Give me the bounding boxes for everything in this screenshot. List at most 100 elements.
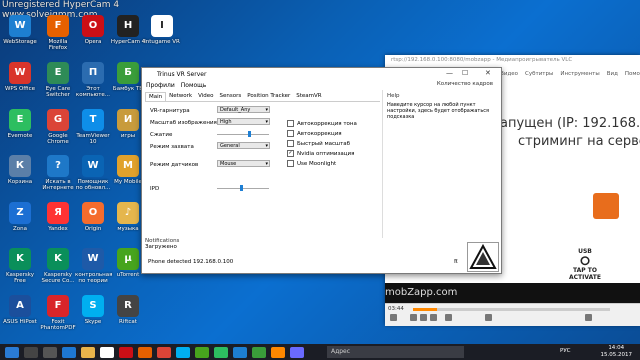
- playlist-icon[interactable]: [485, 314, 492, 321]
- option-checkbox[interactable]: Автокоррекция тона: [287, 120, 357, 127]
- chrome-taskbar-icon[interactable]: [157, 346, 171, 358]
- desktop-icon[interactable]: Z Zona: [2, 202, 38, 232]
- desktop-icon[interactable]: I Intugame VR: [144, 15, 180, 45]
- app-taskbar-icon[interactable]: [252, 346, 266, 358]
- desktop-icon[interactable]: K Kaspersky Free: [2, 248, 38, 284]
- volume-icon[interactable]: [585, 314, 592, 321]
- play-icon[interactable]: [390, 314, 397, 321]
- skype-taskbar-icon[interactable]: [176, 346, 190, 358]
- desktop-icon[interactable]: П Этот компьюте...: [75, 62, 111, 98]
- desktop-icon[interactable]: W Помощник по обновл...: [75, 155, 111, 191]
- tab-network[interactable]: Network: [166, 92, 195, 101]
- desktop-icon[interactable]: F Foxit PhantomPDF: [40, 295, 76, 331]
- maximize-icon[interactable]: ☐: [462, 69, 468, 77]
- language-indicator[interactable]: РУС: [560, 348, 571, 354]
- menu-profiles[interactable]: Профили: [146, 82, 175, 89]
- desktop-icon[interactable]: E Evernote: [2, 109, 38, 139]
- edge-icon[interactable]: [62, 346, 76, 358]
- desktop-icon[interactable]: W WPS Office: [2, 62, 38, 92]
- start-icon[interactable]: [5, 346, 19, 358]
- evernote-taskbar-icon[interactable]: [214, 346, 228, 358]
- app-icon: S: [82, 295, 104, 317]
- checkbox-label: Быстрый масштаб: [297, 141, 351, 147]
- app-icon: H: [117, 15, 139, 37]
- task-view-icon[interactable]: [43, 346, 57, 358]
- tab-steamvr[interactable]: SteamVR: [293, 92, 324, 101]
- stop-icon[interactable]: [420, 314, 427, 321]
- explorer-icon[interactable]: [81, 346, 95, 358]
- desktop-icon[interactable]: Я Yandex: [40, 202, 76, 232]
- trinus-taskbar-icon[interactable]: [290, 346, 304, 358]
- address-input[interactable]: Адрес: [327, 346, 464, 358]
- desktop-icon[interactable]: E Eye Care Switcher: [40, 62, 76, 98]
- desktop-icon-label: Zona: [13, 226, 27, 232]
- ipd-slider-thumb[interactable]: [240, 185, 243, 191]
- desktop-icon[interactable]: W WebStorage: [2, 15, 38, 45]
- compression-slider-thumb[interactable]: [248, 131, 251, 137]
- desktop-icon-label: Origin: [84, 226, 102, 232]
- utorrent-taskbar-icon[interactable]: [195, 346, 209, 358]
- checkmark-icon[interactable]: ✓: [287, 150, 294, 157]
- menu-help[interactable]: Помощь: [181, 82, 207, 89]
- mobzapp-brand: mobZapp.com: [385, 287, 458, 298]
- word-taskbar-icon[interactable]: [233, 346, 247, 358]
- option-checkbox[interactable]: Быстрый масштаб: [287, 140, 350, 147]
- ipd-slider[interactable]: [217, 185, 269, 191]
- previous-icon[interactable]: [410, 314, 417, 321]
- desktop-icon[interactable]: G Google Chrome: [40, 109, 76, 145]
- fullscreen-icon[interactable]: [445, 314, 452, 321]
- scale-select[interactable]: High ▾: [217, 118, 270, 125]
- tab-video[interactable]: Video: [195, 92, 216, 101]
- desktop-icon[interactable]: К Корзина: [2, 155, 38, 185]
- vlc-seek-bar[interactable]: [413, 308, 610, 311]
- firefox-taskbar-icon[interactable]: [138, 346, 152, 358]
- vr-headset-select[interactable]: Default_Any ▾: [217, 106, 270, 113]
- option-checkbox[interactable]: ✓ Nvidia оптимизация: [287, 150, 354, 157]
- desktop-icon[interactable]: A ASUS HiPost: [2, 295, 38, 325]
- checkbox-icon[interactable]: [287, 120, 294, 127]
- scale-value: High: [220, 119, 232, 125]
- usb-prompt[interactable]: USB ⭘ TAP TO ACTIVATE: [565, 248, 605, 281]
- trinus-logo-icon[interactable]: [467, 242, 499, 272]
- option-checkbox[interactable]: Автокоррекция: [287, 130, 342, 137]
- app-icon: W: [9, 62, 31, 84]
- app-icon: F: [47, 15, 69, 37]
- tab-main[interactable]: Main: [145, 92, 167, 101]
- search-icon[interactable]: [24, 346, 38, 358]
- capture-mode-select[interactable]: General ▾: [217, 142, 270, 149]
- app-icon: G: [47, 109, 69, 131]
- desktop-icon[interactable]: Wконтрольная по теории: [75, 248, 112, 284]
- vlc-taskbar-icon[interactable]: [271, 346, 285, 358]
- sensor-mode-select[interactable]: Mouse ▾: [217, 160, 270, 167]
- clock[interactable]: 14:04 15.05.2017: [601, 345, 633, 359]
- opera-taskbar-icon[interactable]: [119, 346, 133, 358]
- pi-icon[interactable]: π: [454, 258, 458, 265]
- sensor-mode-value: Mouse: [220, 161, 237, 167]
- desktop-icon[interactable]: H HyperCam 4: [110, 15, 146, 45]
- tab-sensors[interactable]: Sensors: [217, 92, 245, 101]
- compression-slider[interactable]: [217, 131, 269, 137]
- desktop-icon[interactable]: O Origin: [75, 202, 111, 232]
- desktop-icon[interactable]: O Opera: [75, 15, 111, 45]
- desktop-icon[interactable]: K Kaspersky Secure Co...: [40, 248, 76, 284]
- close-icon[interactable]: ✕: [485, 69, 491, 77]
- scale-label: Масштаб изображения: [150, 120, 217, 126]
- desktop-icon[interactable]: F Mozilla Firefox: [40, 15, 76, 51]
- desktop-icon[interactable]: T TeamViewer 10: [75, 109, 111, 145]
- checkbox-icon[interactable]: [287, 160, 294, 167]
- app-icon: M: [117, 155, 139, 177]
- checkbox-icon[interactable]: [287, 130, 294, 137]
- app-icon: Б: [117, 62, 139, 84]
- option-checkbox[interactable]: Use Moonlight: [287, 160, 336, 167]
- desktop-icon[interactable]: R Riftcat: [110, 295, 146, 325]
- desktop-icon[interactable]: ? Искать в Интернете: [40, 155, 76, 191]
- next-icon[interactable]: [430, 314, 437, 321]
- taskbar: Адрес РУС 14:04 15.05.2017: [0, 344, 640, 360]
- desktop-icon[interactable]: S Skype: [75, 295, 111, 325]
- desktop-icon-label: Mozilla Firefox: [48, 39, 68, 51]
- checkbox-icon[interactable]: [287, 140, 294, 147]
- tab-position-tracker[interactable]: Position Tracker: [244, 92, 293, 101]
- watermark-line1: Unregistered HyperCam 4: [2, 0, 120, 10]
- minimize-icon[interactable]: —: [446, 69, 453, 77]
- store-icon[interactable]: [100, 346, 114, 358]
